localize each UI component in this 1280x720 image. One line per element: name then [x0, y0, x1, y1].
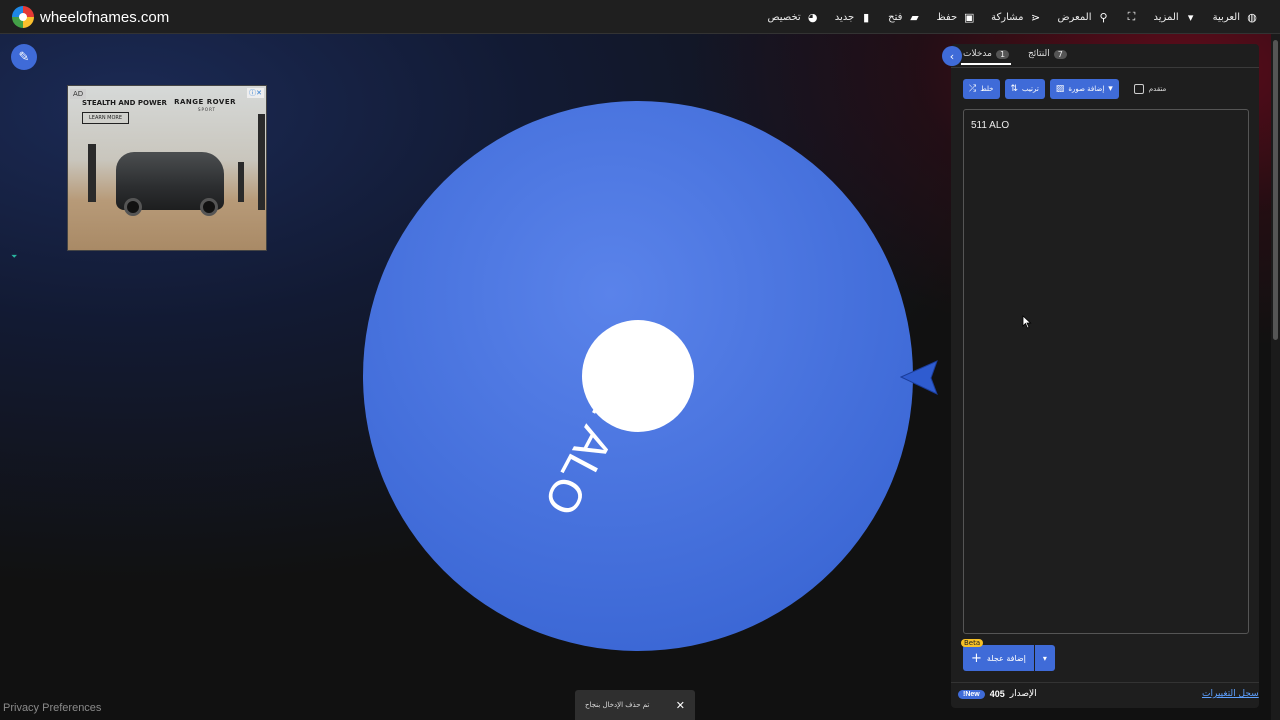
add-wheel-button[interactable]: إضافة عجلة +: [963, 645, 1034, 671]
ad-car-wheel: [200, 198, 218, 216]
ad-pillar: [238, 162, 244, 202]
toast-notification: تم حذف الإدخال بنجاح ✕: [575, 690, 695, 720]
brand[interactable]: wheelofnames.com: [12, 6, 169, 28]
save-icon: ▣: [963, 10, 975, 24]
globe-icon: ◍: [1247, 10, 1257, 24]
ad-cta-button[interactable]: LEARN MORE: [82, 112, 130, 124]
ad-banner[interactable]: AD ⓘ✕ STEALTH AND POWER RANGE ROVER SPOR…: [67, 85, 267, 251]
nav-open[interactable]: ▰ فتح: [888, 11, 920, 24]
chevron-down-icon: ▾: [1108, 84, 1113, 94]
tab-results[interactable]: 7 النتائج: [1028, 49, 1067, 59]
nav-save[interactable]: ▣ حفظ: [936, 11, 975, 24]
sort-button[interactable]: ترتيب ⇅: [1004, 79, 1045, 99]
nav-new-label: جديد: [834, 11, 855, 23]
edit-button[interactable]: ✎: [11, 44, 37, 70]
nav-gallery-label: المعرض: [1057, 11, 1092, 23]
add-wheel-dropdown[interactable]: ▾: [1034, 645, 1055, 671]
nav-more[interactable]: ▾ المزيد: [1154, 11, 1197, 24]
version-info: الإصدار 405 New!: [958, 689, 1037, 699]
entries-toolbar: خلط ⤮ ترتيب ⇅ ▾ إضافة صورة ▨ متقدم: [963, 79, 1166, 99]
tab-results-label: النتائج: [1028, 49, 1050, 59]
entry-line: 511 ALO: [971, 120, 1010, 131]
entries-textarea[interactable]: 511 ALO: [963, 109, 1249, 634]
filter-icon[interactable]: ⏷: [11, 252, 17, 262]
nav-gallery[interactable]: ⚲ المعرض: [1057, 11, 1109, 24]
nav-more-label: المزيد: [1153, 11, 1179, 23]
ad-car-wheel: [124, 198, 142, 216]
nav-fullscreen[interactable]: ⛶: [1126, 10, 1138, 24]
folder-icon: ▰: [910, 10, 919, 24]
chevron-left-icon: ‹: [949, 49, 955, 63]
privacy-preferences-link[interactable]: Privacy Preferences: [3, 702, 101, 714]
tab-entries[interactable]: 1 مدخلات: [960, 49, 1012, 65]
sort-icon: ⇅: [1010, 84, 1019, 94]
pencil-icon: ✎: [18, 49, 30, 65]
wheel[interactable]: 511 ALO: [362, 100, 914, 652]
ad-brand: RANGE ROVER: [174, 98, 236, 106]
shuffle-label: خلط: [980, 85, 994, 93]
version-label: الإصدار: [1009, 689, 1037, 699]
collapse-panel-button[interactable]: ‹: [942, 46, 962, 66]
beta-badge: Beta: [961, 639, 984, 647]
nav-open-label: فتح: [888, 11, 903, 23]
chevron-down-icon: ▾: [1187, 10, 1194, 24]
ad-tag: AD: [70, 89, 87, 99]
main-nav: ◍ العربية ▾ المزيد ⛶ ⚲ المعرض ⋖ مشاركة ▣…: [768, 0, 1258, 34]
toast-text: تم حذف الإدخال بنجاح: [585, 701, 650, 709]
new-badge: New!: [958, 689, 985, 699]
ad-headline: STEALTH AND POWER: [82, 99, 167, 107]
panel-divider: [951, 682, 1259, 683]
tab-entries-label: مدخلات: [963, 49, 992, 59]
changelog-link[interactable]: سجل التغييرات: [1202, 689, 1259, 699]
nav-customize-label: تخصيص: [767, 11, 801, 23]
add-image-label: إضافة صورة: [1068, 85, 1105, 93]
chevron-down-icon: ▾: [1042, 653, 1047, 663]
nav-share[interactable]: ⋖ مشاركة: [991, 11, 1041, 24]
advanced-toggle[interactable]: متقدم: [1133, 84, 1167, 94]
shuffle-icon: ⤮: [969, 84, 977, 94]
wheel-center-hub[interactable]: [582, 320, 694, 432]
close-icon[interactable]: ✕: [676, 699, 685, 712]
add-wheel-label: إضافة عجلة: [986, 653, 1026, 663]
nav-new[interactable]: ▮ جديد: [835, 11, 872, 24]
ad-brand-sub: SPORT: [197, 107, 216, 112]
results-count: 7: [1053, 49, 1067, 59]
brand-name: wheelofnames.com: [40, 8, 170, 26]
file-icon: ▮: [863, 10, 870, 24]
panel-tabs: 1 مدخلات 7 النتائج: [951, 44, 1259, 68]
fullscreen-icon: ⛶: [1127, 10, 1136, 23]
share-icon: ⋖: [1030, 10, 1041, 24]
wheel-pointer-icon: [900, 360, 938, 395]
scrollbar-thumb[interactable]: [1273, 40, 1278, 340]
palette-icon: ◕: [807, 10, 818, 24]
sort-label: ترتيب: [1022, 85, 1039, 93]
entries-count: 1: [995, 49, 1010, 59]
add-wheel-group: إضافة عجلة + ▾ Beta: [961, 639, 1055, 671]
search-icon: ⚲: [1099, 10, 1108, 24]
nav-language-label: العربية: [1212, 11, 1240, 23]
add-image-button[interactable]: ▾ إضافة صورة ▨: [1049, 79, 1119, 99]
wheel-svg[interactable]: 511 ALO: [362, 100, 914, 652]
ad-pillar: [88, 144, 96, 202]
nav-share-label: مشاركة: [991, 11, 1024, 23]
plus-icon: +: [971, 650, 982, 666]
mouse-cursor-icon: [1022, 315, 1032, 329]
shuffle-button[interactable]: خلط ⤮: [963, 79, 1000, 99]
nav-save-label: حفظ: [936, 11, 958, 23]
top-bar: wheelofnames.com ◍ العربية ▾ المزيد ⛶ ⚲ …: [0, 0, 1280, 34]
version-number: 405: [989, 689, 1005, 699]
nav-language[interactable]: ◍ العربية: [1213, 11, 1258, 24]
advanced-label: متقدم: [1148, 85, 1167, 93]
ad-pillar: [258, 114, 265, 210]
ad-choices-icon[interactable]: ⓘ✕: [247, 88, 264, 98]
nav-customize[interactable]: ◕ تخصيص: [768, 11, 819, 24]
advanced-checkbox[interactable]: [1133, 84, 1144, 94]
image-icon: ▨: [1055, 84, 1065, 94]
logo-icon: [12, 6, 34, 28]
